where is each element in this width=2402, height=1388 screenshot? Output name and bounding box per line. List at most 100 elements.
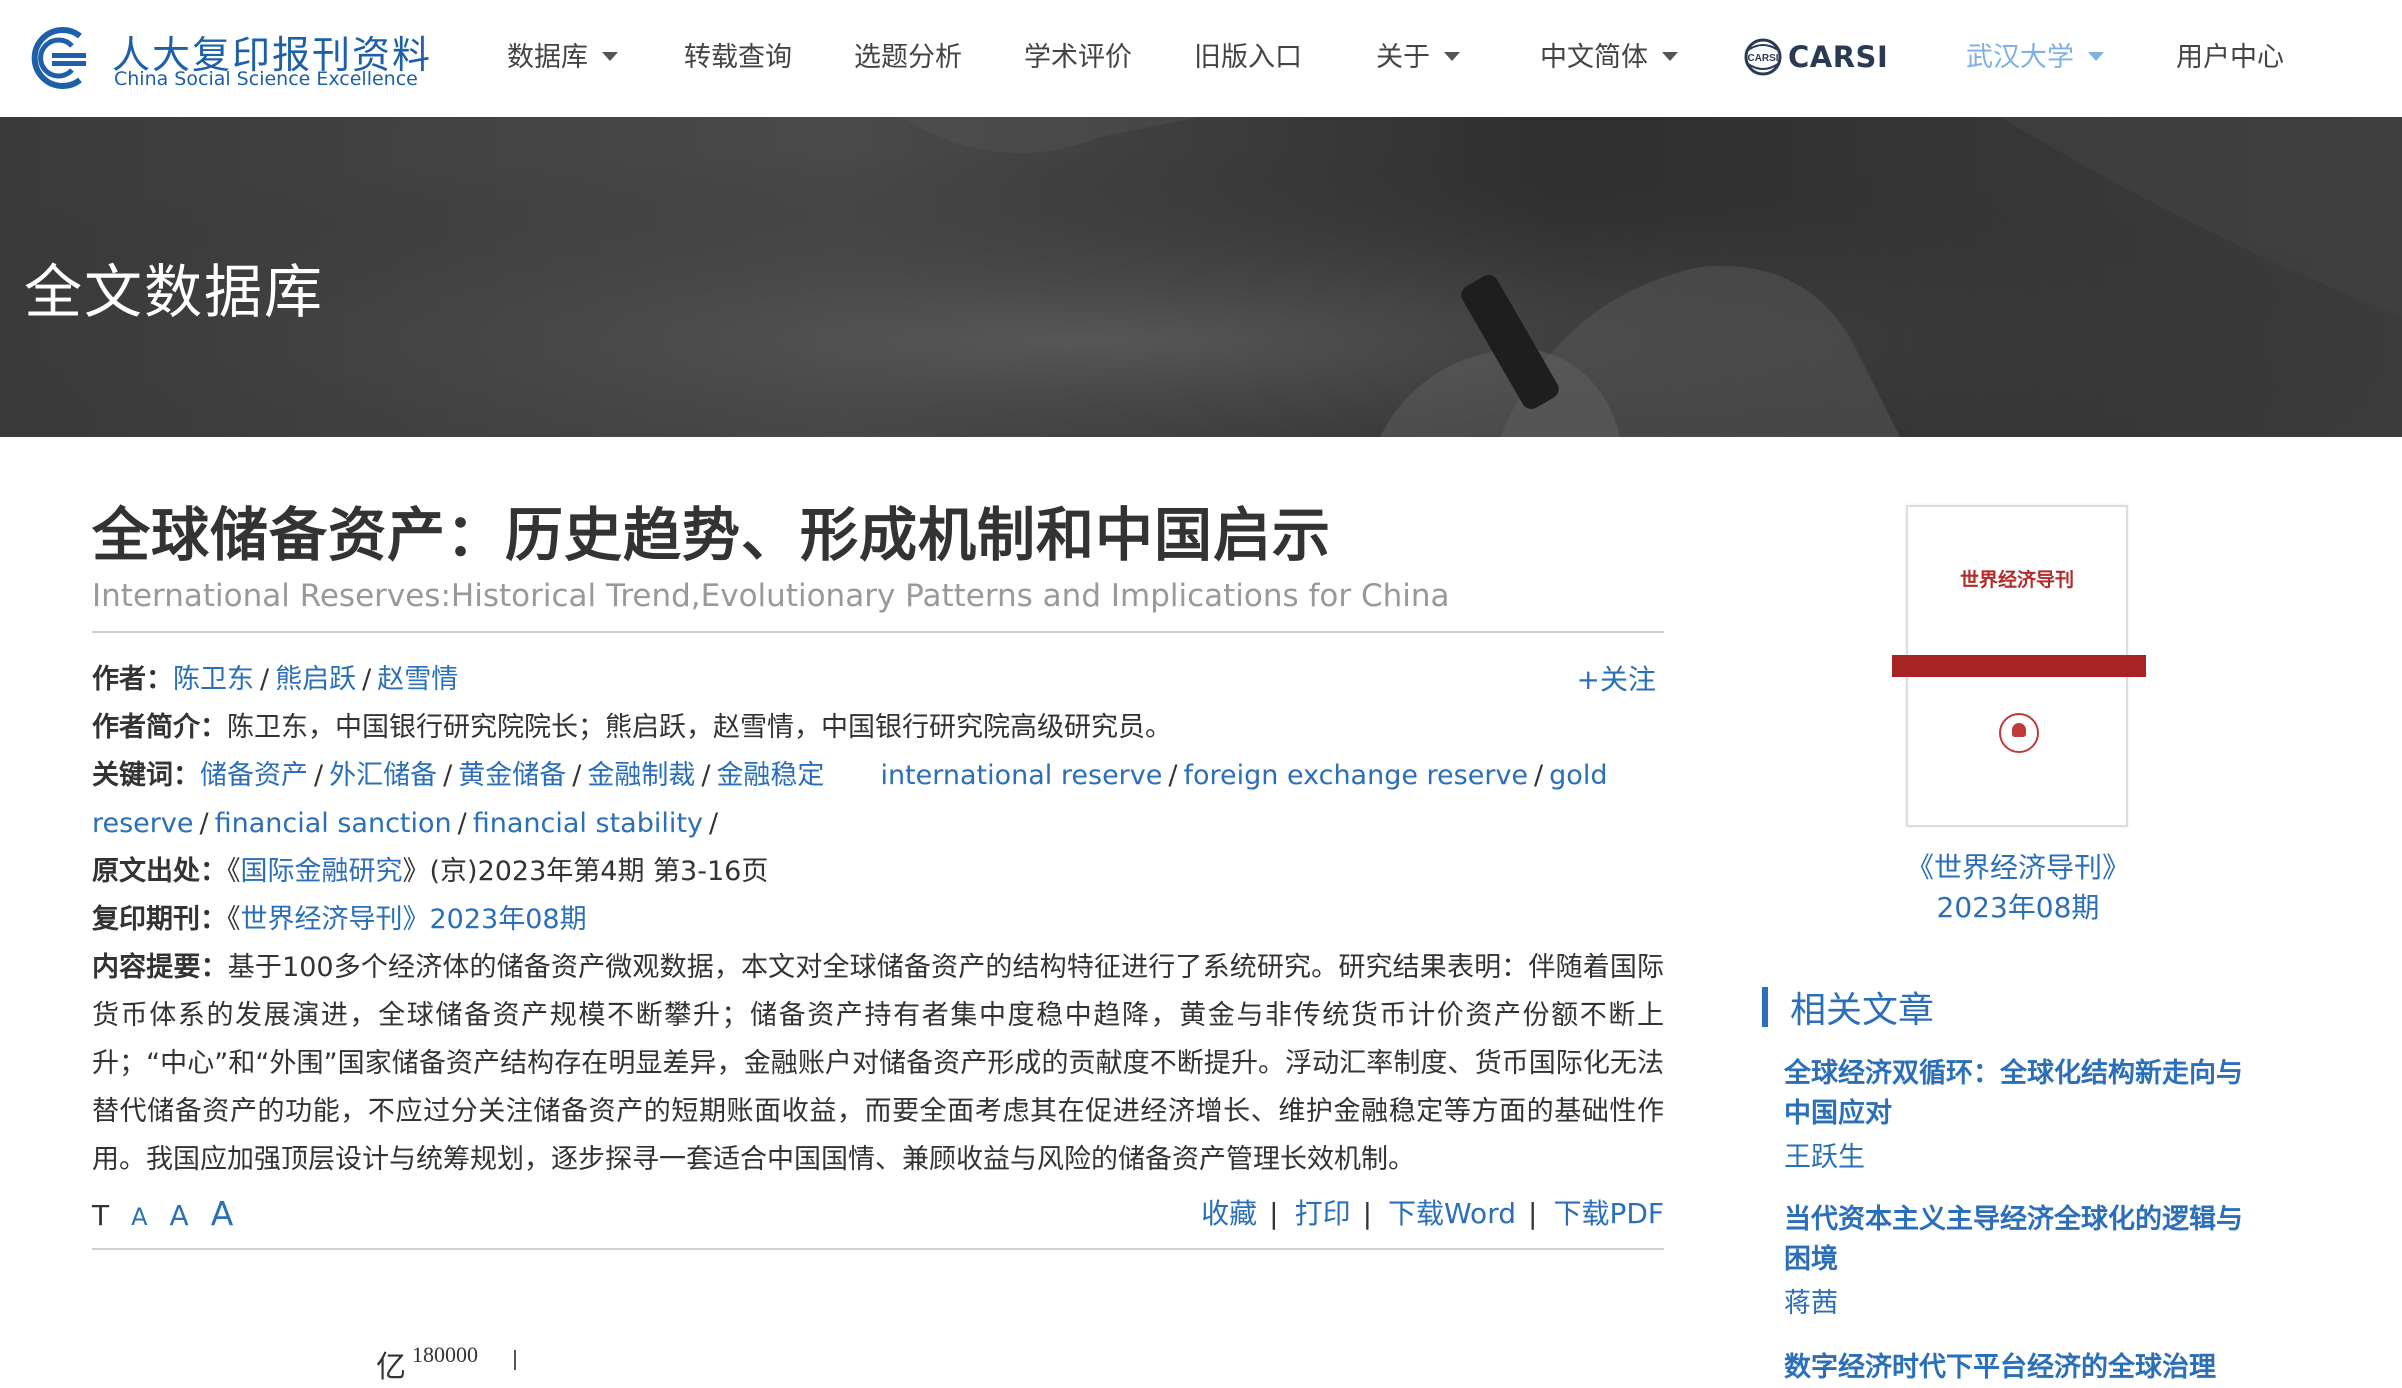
chevron-down-icon bbox=[602, 52, 618, 61]
banner-background-image bbox=[0, 117, 2402, 437]
logo-mark-icon bbox=[31, 27, 86, 89]
abstract: 内容提要：基于100多个经济体的储备资产微观数据，本文对全球储备资产的结构特征进… bbox=[92, 944, 1664, 1184]
related-article-author[interactable]: 蒋茜 bbox=[1784, 1284, 2254, 1324]
nav-label: 关于 bbox=[1376, 42, 1430, 73]
related-heading-text: 相关文章 bbox=[1790, 990, 1935, 1031]
figure-unit-label: 亿 bbox=[376, 1351, 406, 1384]
carsi-badge-text: CARSI bbox=[1747, 53, 1778, 64]
keyword-link[interactable]: financial sanction bbox=[215, 808, 452, 839]
nav-user-center[interactable]: 用户中心 bbox=[2176, 40, 2284, 76]
source-issue: 》(京)2023年第4期 第3-16页 bbox=[402, 856, 769, 887]
related-article-title[interactable]: 全球经济双循环：全球化结构新走向与中国应对 bbox=[1784, 1054, 2254, 1134]
article-actions: 收藏 | 打印 | 下载Word | 下载PDF bbox=[1201, 1192, 1664, 1232]
keywords-label: 关键词： bbox=[92, 760, 200, 791]
keyword-link[interactable]: 金融制裁 bbox=[587, 760, 695, 791]
print-button[interactable]: 打印 bbox=[1295, 1192, 1351, 1232]
figure-axis-tick bbox=[514, 1350, 516, 1370]
article-title-chinese: 全球储备资产：历史趋势、形成机制和中国启示 bbox=[92, 501, 1332, 569]
download-pdf-button[interactable]: 下载PDF bbox=[1553, 1192, 1664, 1232]
chevron-down-icon bbox=[1662, 52, 1678, 61]
author-link[interactable]: 陈卫东 bbox=[173, 664, 254, 695]
user-center-label: 用户中心 bbox=[2176, 42, 2284, 73]
article-title-english: International Reserves:Historical Trend,… bbox=[92, 578, 1450, 614]
collect-button[interactable]: 收藏 bbox=[1201, 1192, 1257, 1232]
nav-legacy-entry[interactable]: 旧版入口 bbox=[1194, 40, 1302, 76]
font-size-large-button[interactable]: A bbox=[211, 1194, 234, 1233]
author-bio-row: 作者简介：陈卫东，中国银行研究院院长；熊启跃，赵雪情，中国银行研究院高级研究员。 bbox=[92, 704, 1664, 752]
nav-academic-evaluation[interactable]: 学术评价 bbox=[1024, 40, 1132, 76]
content-divider bbox=[92, 1248, 1664, 1250]
keyword-link[interactable]: 黄金储备 bbox=[458, 760, 566, 791]
related-article-title[interactable]: 当代资本主义主导经济全球化的逻辑与困境 bbox=[1784, 1200, 2254, 1280]
font-size-label: T bbox=[92, 1199, 110, 1232]
heading-accent-bar bbox=[1762, 987, 1768, 1027]
authors-label: 作者： bbox=[92, 664, 173, 695]
top-navigation-bar: 人大复印报刊资料 China Social Science Excellence… bbox=[0, 0, 2402, 117]
bio-label: 作者简介： bbox=[92, 712, 227, 743]
cover-caption-issue[interactable]: 2023年08期 bbox=[1840, 888, 2196, 928]
abstract-text: 基于100多个经济体的储备资产微观数据，本文对全球储备资产的结构特征进行了系统研… bbox=[92, 952, 1664, 1175]
source-journal-link[interactable]: 国际金融研究 bbox=[241, 856, 403, 887]
related-article-item[interactable]: 当代资本主义主导经济全球化的逻辑与困境 蒋茜 bbox=[1784, 1200, 2254, 1324]
page-banner: 全文数据库 bbox=[0, 117, 2402, 437]
keyword-link[interactable]: international reserve bbox=[880, 760, 1162, 791]
article-figure-preview: 亿 180000 50 bbox=[0, 1330, 1700, 1388]
related-articles-heading: 相关文章 bbox=[1762, 985, 1934, 1031]
journal-cover-caption[interactable]: 《世界经济导刊》 2023年08期 bbox=[1840, 848, 2196, 928]
nav-topic-analysis[interactable]: 选题分析 bbox=[854, 40, 962, 76]
download-word-button[interactable]: 下载Word bbox=[1388, 1192, 1516, 1232]
nav-about[interactable]: 关于 bbox=[1376, 40, 1460, 76]
author-link[interactable]: 赵雪情 bbox=[377, 664, 458, 695]
chevron-down-icon bbox=[2088, 52, 2104, 61]
site-logo[interactable]: 人大复印报刊资料 China Social Science Excellence bbox=[22, 22, 442, 94]
bracket-open: 《 bbox=[227, 904, 241, 935]
nav-label: 转载查询 bbox=[684, 42, 792, 73]
carsi-login-link[interactable]: CARSI CARSI bbox=[1742, 34, 1888, 80]
institution-label: 武汉大学 bbox=[1966, 42, 2074, 73]
nav-label: 中文简体 bbox=[1540, 42, 1648, 73]
reprint-issue-link[interactable]: 》2023年08期 bbox=[403, 904, 587, 935]
author-link[interactable]: 熊启跃 bbox=[275, 664, 356, 695]
related-article-item[interactable]: 全球经济双循环：全球化结构新走向与中国应对 王跃生 bbox=[1784, 1054, 2254, 1178]
reprint-label: 复印期刊： bbox=[92, 904, 227, 935]
nav-label: 选题分析 bbox=[854, 42, 962, 73]
logo-english-text: China Social Science Excellence bbox=[114, 68, 418, 90]
nav-label: 学术评价 bbox=[1024, 42, 1132, 73]
reprint-row: 复印期刊：《世界经济导刊》2023年08期 bbox=[92, 896, 1664, 944]
keywords-row: 关键词：储备资产 / 外汇储备 / 黄金储备 / 金融制裁 / 金融稳定 internationa… bbox=[92, 760, 1608, 839]
figure-y-tick: 180000 bbox=[412, 1342, 478, 1367]
abstract-label: 内容提要： bbox=[92, 952, 228, 983]
nav-institution[interactable]: 武汉大学 bbox=[1966, 40, 2104, 76]
related-article-item[interactable]: 数字经济时代下平台经济的全球治理 bbox=[1784, 1348, 2254, 1388]
related-article-title[interactable]: 数字经济时代下平台经济的全球治理 bbox=[1784, 1348, 2254, 1388]
carsi-globe-icon: CARSI bbox=[1744, 38, 1782, 76]
carsi-label: CARSI bbox=[1788, 40, 1889, 74]
source-row: 原文出处：《国际金融研究》(京)2023年第4期 第3-16页 bbox=[92, 848, 1664, 896]
source-label: 原文出处： bbox=[92, 856, 227, 887]
keyword-link[interactable]: financial stability bbox=[473, 808, 703, 839]
follow-button[interactable]: +关注 bbox=[1577, 656, 1656, 704]
cover-journal-name: 世界经济导刊 bbox=[1959, 569, 2074, 591]
font-size-small-button[interactable]: A bbox=[131, 1203, 147, 1231]
nav-reprint-search[interactable]: 转载查询 bbox=[684, 40, 792, 76]
author-bio: 陈卫东，中国银行研究院院长；熊启跃，赵雪情，中国银行研究院高级研究员。 bbox=[227, 712, 1172, 743]
banner-title: 全文数据库 bbox=[24, 258, 325, 326]
keyword-link[interactable]: 储备资产 bbox=[200, 760, 308, 791]
nav-language-select[interactable]: 中文简体 bbox=[1540, 40, 1678, 76]
related-article-author[interactable]: 王跃生 bbox=[1784, 1138, 2254, 1178]
cover-caption-title[interactable]: 《世界经济导刊》 bbox=[1840, 848, 2196, 888]
title-divider bbox=[92, 631, 1664, 633]
font-size-controls: T A A A bbox=[92, 1194, 233, 1238]
keyword-link[interactable]: foreign exchange reserve bbox=[1183, 760, 1528, 791]
journal-cover-image[interactable]: 世界经济导刊 bbox=[1892, 505, 2146, 827]
keyword-link[interactable]: 金融稳定 bbox=[716, 760, 824, 791]
reprint-journal-link[interactable]: 世界经济导刊 bbox=[241, 904, 403, 935]
bracket-open: 《 bbox=[227, 856, 241, 887]
chevron-down-icon bbox=[1444, 52, 1460, 61]
font-size-medium-button[interactable]: A bbox=[170, 1199, 189, 1232]
nav-label: 旧版入口 bbox=[1194, 42, 1302, 73]
nav-database[interactable]: 数据库 bbox=[507, 40, 618, 76]
nav-label: 数据库 bbox=[507, 42, 588, 73]
authors-row: 作者：陈卫东 / 熊启跃 / 赵雪情 +关注 bbox=[92, 656, 1664, 704]
keyword-link[interactable]: 外汇储备 bbox=[329, 760, 437, 791]
